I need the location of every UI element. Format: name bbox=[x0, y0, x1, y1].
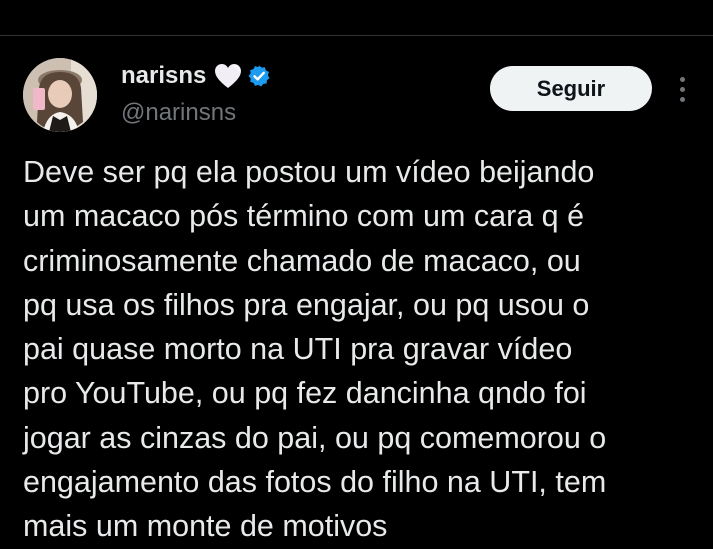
avatar-photo bbox=[23, 58, 97, 132]
more-dot bbox=[679, 76, 685, 82]
author-handle[interactable]: @narinsns bbox=[121, 99, 236, 127]
white-heart-icon bbox=[213, 62, 243, 90]
tweet-text: Deve ser pq ela postou um vídeo beijando… bbox=[23, 155, 607, 544]
top-divider bbox=[0, 35, 713, 36]
more-options-icon[interactable] bbox=[669, 72, 695, 106]
author-display-name: narisns bbox=[121, 62, 207, 89]
more-dot bbox=[679, 86, 685, 92]
more-dot bbox=[679, 96, 685, 102]
verified-badge-icon bbox=[247, 64, 271, 88]
author-name[interactable]: narisns bbox=[121, 62, 271, 90]
avatar[interactable] bbox=[23, 58, 97, 132]
follow-button[interactable]: Seguir bbox=[490, 66, 652, 111]
